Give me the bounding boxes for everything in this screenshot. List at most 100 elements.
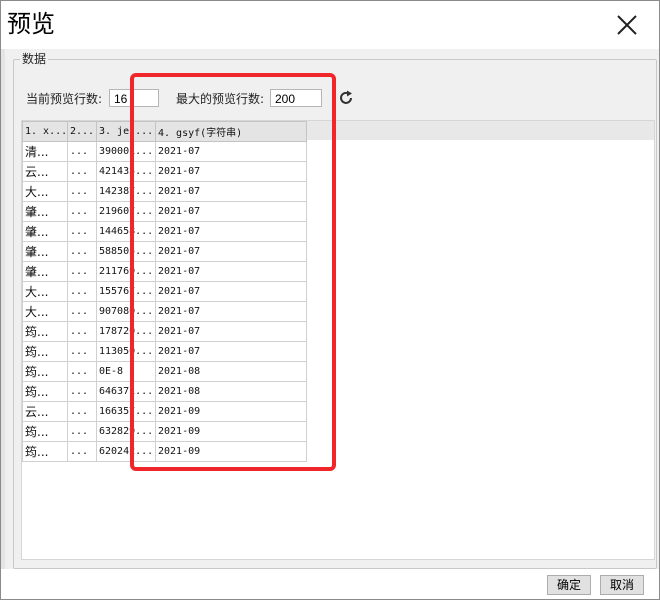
table-cell[interactable]: ... xyxy=(67,261,97,282)
table-row[interactable]: 肇...... 144658... 2021-07 xyxy=(22,221,307,242)
data-groupbox: 数据 当前预览行数: 16 最大的预览行数: 200 1. x... 2... xyxy=(13,51,657,569)
table-cell[interactable]: 肇... xyxy=(22,241,68,262)
table-cell[interactable]: 筠... xyxy=(22,341,68,362)
ok-button[interactable]: 确定 xyxy=(547,575,591,595)
table-cell[interactable]: ... xyxy=(67,241,97,262)
table-cell[interactable]: ... xyxy=(67,361,97,382)
column-header-2[interactable]: 2... xyxy=(67,121,97,142)
table-cell[interactable]: 142387... xyxy=(96,181,156,202)
table-cell[interactable]: ... xyxy=(67,421,97,442)
table-cell[interactable]: 166357... xyxy=(96,401,156,422)
preview-grid: 1. x... 2... 3. je(... 4. gsyf(字符串) 清...… xyxy=(21,120,655,560)
table-cell[interactable]: 肇... xyxy=(22,201,68,222)
table-cell[interactable]: ... xyxy=(67,161,97,182)
table-cell[interactable]: 211769... xyxy=(96,261,156,282)
table-cell[interactable]: 云... xyxy=(22,161,68,182)
max-rows-field[interactable]: 200 xyxy=(270,89,322,107)
table-cell[interactable]: 144658... xyxy=(96,221,156,242)
table-cell[interactable]: 2021-08 xyxy=(155,381,307,402)
table-cell[interactable]: ... xyxy=(67,281,97,302)
cancel-button[interactable]: 取消 xyxy=(600,575,644,595)
table-cell[interactable]: 632829... xyxy=(96,421,156,442)
table-row[interactable]: 筠...... 632829... 2021-09 xyxy=(22,421,307,442)
table-cell[interactable]: 肇... xyxy=(22,221,68,242)
table-cell[interactable]: 0E-8 xyxy=(96,361,156,382)
table-row[interactable]: 大...... 907080... 2021-07 xyxy=(22,301,307,322)
table-row[interactable]: 肇...... 588505... 2021-07 xyxy=(22,241,307,262)
table-cell[interactable]: 2021-07 xyxy=(155,241,307,262)
table-cell[interactable]: 2021-09 xyxy=(155,441,307,462)
current-rows-field[interactable]: 16 xyxy=(109,89,159,107)
table-cell[interactable]: 2021-07 xyxy=(155,321,307,342)
table-row[interactable]: 筠...... 113050... 2021-07 xyxy=(22,341,307,362)
table-cell[interactable]: 筠... xyxy=(22,441,68,462)
table-cell[interactable]: 2021-07 xyxy=(155,201,307,222)
table-cell[interactable]: 2021-09 xyxy=(155,401,307,422)
table-cell[interactable]: ... xyxy=(67,201,97,222)
table-cell[interactable]: 2021-09 xyxy=(155,421,307,442)
table-row[interactable]: 大...... 142387... 2021-07 xyxy=(22,181,307,202)
table-cell[interactable]: 113050... xyxy=(96,341,156,362)
table-row[interactable]: 清...... 390001... 2021-07 xyxy=(22,141,307,162)
dialog-footer: 确定 取消 xyxy=(1,569,659,599)
table-cell[interactable]: 肇... xyxy=(22,261,68,282)
table-cell[interactable]: 2021-07 xyxy=(155,181,307,202)
table-cell[interactable]: 155767... xyxy=(96,281,156,302)
column-header-4[interactable]: 4. gsyf(字符串) xyxy=(155,121,307,142)
table-row[interactable]: 肇...... 219607... 2021-07 xyxy=(22,201,307,222)
table-cell[interactable]: 大... xyxy=(22,301,68,322)
table-cell[interactable]: 620242... xyxy=(96,441,156,462)
table-cell[interactable]: 筠... xyxy=(22,421,68,442)
table-row[interactable]: 筠...... 646371... 2021-08 xyxy=(22,381,307,402)
table-cell[interactable]: ... xyxy=(67,381,97,402)
table-cell[interactable]: 2021-07 xyxy=(155,261,307,282)
table-cell[interactable]: 219607... xyxy=(96,201,156,222)
table-row[interactable]: 大...... 155767... 2021-07 xyxy=(22,281,307,302)
content-panel: 数据 当前预览行数: 16 最大的预览行数: 200 1. x... 2... xyxy=(5,49,659,569)
table-cell[interactable]: 178720... xyxy=(96,321,156,342)
table-cell[interactable]: 2021-07 xyxy=(155,341,307,362)
table-cell[interactable]: 588505... xyxy=(96,241,156,262)
close-icon[interactable] xyxy=(613,11,641,39)
table-cell[interactable]: 筠... xyxy=(22,361,68,382)
table-cell[interactable]: ... xyxy=(67,321,97,342)
table-cell[interactable]: 2021-08 xyxy=(155,361,307,382)
table-row[interactable]: 筠...... 0E-8 2021-08 xyxy=(22,361,307,382)
table-cell[interactable]: 2021-07 xyxy=(155,141,307,162)
table-cell[interactable]: 清... xyxy=(22,141,68,162)
table-row[interactable]: 肇...... 211769... 2021-07 xyxy=(22,261,307,282)
table-cell[interactable]: ... xyxy=(67,221,97,242)
table-row[interactable]: 筠...... 178720... 2021-07 xyxy=(22,321,307,342)
table-cell[interactable]: 云... xyxy=(22,401,68,422)
table-cell[interactable]: 筠... xyxy=(22,321,68,342)
preview-dialog: 预览 数据 当前预览行数: 16 最大的预览行数: 200 1. x... 2.… xyxy=(0,0,660,600)
table-cell[interactable]: ... xyxy=(67,341,97,362)
table-row[interactable]: 筠...... 620242... 2021-09 xyxy=(22,441,307,462)
table-cell[interactable]: 2021-07 xyxy=(155,301,307,322)
column-header-3[interactable]: 3. je(... xyxy=(96,121,156,142)
table-cell[interactable]: 大... xyxy=(22,281,68,302)
table-cell[interactable]: 421435... xyxy=(96,161,156,182)
table-row[interactable]: 云...... 166357... 2021-09 xyxy=(22,401,307,422)
table-cell[interactable]: 大... xyxy=(22,181,68,202)
max-rows-label: 最大的预览行数: xyxy=(176,92,265,106)
table-cell[interactable]: 2021-07 xyxy=(155,221,307,242)
refresh-icon[interactable] xyxy=(337,89,355,107)
table-cell[interactable]: ... xyxy=(67,401,97,422)
table-header-row: 1. x... 2... 3. je(... 4. gsyf(字符串) xyxy=(22,121,307,142)
column-header-1[interactable]: 1. x... xyxy=(22,121,68,142)
table-cell[interactable]: 2021-07 xyxy=(155,161,307,182)
table-cell[interactable]: 646371... xyxy=(96,381,156,402)
table-cell[interactable]: 筠... xyxy=(22,381,68,402)
table-cell[interactable]: 2021-07 xyxy=(155,281,307,302)
table-cell[interactable]: ... xyxy=(67,181,97,202)
group-title: 数据 xyxy=(20,51,49,67)
table-cell[interactable]: 390001... xyxy=(96,141,156,162)
title-bar: 预览 xyxy=(1,1,659,49)
table-cell[interactable]: ... xyxy=(67,301,97,322)
table-row[interactable]: 云...... 421435... 2021-07 xyxy=(22,161,307,182)
table-cell[interactable]: 907080... xyxy=(96,301,156,322)
table-cell[interactable]: ... xyxy=(67,141,97,162)
table-cell[interactable]: ... xyxy=(67,441,97,462)
preview-table: 1. x... 2... 3. je(... 4. gsyf(字符串) 清...… xyxy=(22,121,307,462)
